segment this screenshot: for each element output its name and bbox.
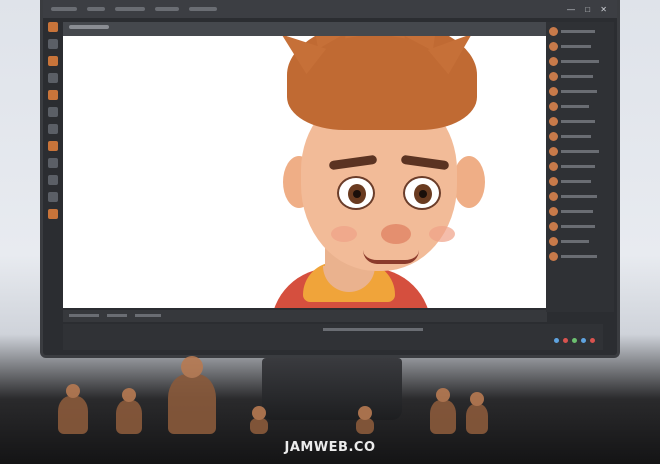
layer-item[interactable] xyxy=(549,160,611,172)
zoom-tool-icon[interactable] xyxy=(48,192,58,202)
right-ear xyxy=(453,156,485,208)
layer-item[interactable] xyxy=(549,115,611,127)
layer-item[interactable] xyxy=(549,175,611,187)
stop-icon[interactable] xyxy=(590,338,595,343)
left-cheek xyxy=(331,226,357,242)
brush-tool-icon[interactable] xyxy=(48,56,58,66)
timeline-controls[interactable] xyxy=(554,338,595,343)
layer-item[interactable] xyxy=(549,85,611,97)
tools-panel xyxy=(46,22,60,322)
text-tool-icon[interactable] xyxy=(48,124,58,134)
layer-item[interactable] xyxy=(549,220,611,232)
document-tab[interactable] xyxy=(63,22,563,36)
figurine xyxy=(116,388,142,434)
menu-item[interactable] xyxy=(51,7,77,11)
character-mouth xyxy=(363,250,419,264)
monitor-stand xyxy=(262,358,402,420)
layer-item[interactable] xyxy=(549,145,611,157)
canvas[interactable] xyxy=(63,36,547,308)
figurine xyxy=(430,388,456,434)
play-icon[interactable] xyxy=(554,338,559,343)
shape-tool-icon[interactable] xyxy=(48,158,58,168)
select-tool-icon[interactable] xyxy=(48,39,58,49)
menu-item[interactable] xyxy=(189,7,217,11)
key-icon[interactable] xyxy=(572,338,577,343)
loop-icon[interactable] xyxy=(581,338,586,343)
color-tool-icon[interactable] xyxy=(48,209,58,219)
canvas-statusbar xyxy=(63,310,547,322)
right-cheek xyxy=(429,226,455,242)
figurine xyxy=(168,356,216,434)
layer-item[interactable] xyxy=(549,190,611,202)
crop-tool-icon[interactable] xyxy=(48,107,58,117)
layer-item[interactable] xyxy=(549,25,611,37)
pen-tool-icon[interactable] xyxy=(48,141,58,151)
menu-item[interactable] xyxy=(155,7,179,11)
app-menubar: — □ ✕ xyxy=(43,0,617,18)
monitor: — □ ✕ xyxy=(40,0,620,358)
layer-item[interactable] xyxy=(549,130,611,142)
layer-item[interactable] xyxy=(549,205,611,217)
layer-item[interactable] xyxy=(549,235,611,247)
menu-item[interactable] xyxy=(115,7,145,11)
left-eye xyxy=(337,176,375,210)
eraser-tool-icon[interactable] xyxy=(48,73,58,83)
figurine xyxy=(356,406,374,434)
watermark-text: JAMWEB.CO xyxy=(284,440,376,455)
layer-item[interactable] xyxy=(549,250,611,262)
layer-item[interactable] xyxy=(549,55,611,67)
figurine xyxy=(466,392,488,434)
cartoon-character xyxy=(243,36,485,308)
layer-item[interactable] xyxy=(549,100,611,112)
layers-panel xyxy=(546,22,614,312)
timeline-panel[interactable] xyxy=(63,324,603,350)
menu-item[interactable] xyxy=(87,7,105,11)
layer-item[interactable] xyxy=(549,70,611,82)
layer-item[interactable] xyxy=(549,40,611,52)
window-controls[interactable]: — □ ✕ xyxy=(567,5,611,14)
record-icon[interactable] xyxy=(563,338,568,343)
move-tool-icon[interactable] xyxy=(48,22,58,32)
paint-tool-icon[interactable] xyxy=(48,90,58,100)
figurine xyxy=(250,406,268,434)
hand-tool-icon[interactable] xyxy=(48,175,58,185)
figurine xyxy=(58,384,88,434)
right-eye xyxy=(403,176,441,210)
character-nose xyxy=(381,224,411,244)
